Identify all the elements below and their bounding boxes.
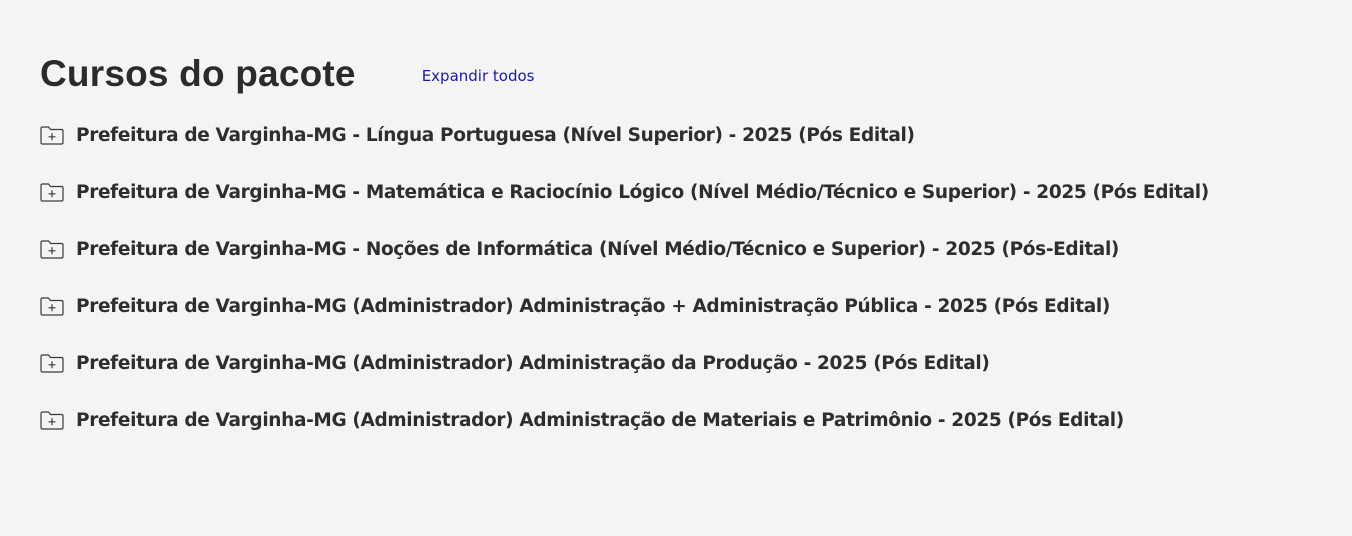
course-title[interactable]: Prefeitura de Varginha-MG (Administrador… [76, 410, 1124, 431]
course-title[interactable]: Prefeitura de Varginha-MG (Administrador… [76, 353, 990, 374]
course-item[interactable]: Prefeitura de Varginha-MG (Administrador… [40, 288, 1209, 324]
folder-plus-icon[interactable] [40, 125, 64, 145]
course-item[interactable]: Prefeitura de Varginha-MG (Administrador… [40, 402, 1209, 438]
section-header: Cursos do pacote Expandir todos [40, 50, 534, 98]
folder-plus-icon[interactable] [40, 410, 64, 430]
course-item[interactable]: Prefeitura de Varginha-MG - Noções de In… [40, 231, 1209, 267]
course-title[interactable]: Prefeitura de Varginha-MG - Noções de In… [76, 239, 1119, 260]
course-package-section: Cursos do pacote Expandir todos Prefeitu… [0, 0, 1352, 536]
expand-all-link[interactable]: Expandir todos [422, 67, 535, 85]
course-item[interactable]: Prefeitura de Varginha-MG (Administrador… [40, 345, 1209, 381]
course-item[interactable]: Prefeitura de Varginha-MG - Língua Portu… [40, 117, 1209, 153]
course-title[interactable]: Prefeitura de Varginha-MG - Língua Portu… [76, 125, 915, 146]
course-title[interactable]: Prefeitura de Varginha-MG (Administrador… [76, 296, 1110, 317]
course-title[interactable]: Prefeitura de Varginha-MG - Matemática e… [76, 182, 1209, 203]
folder-plus-icon[interactable] [40, 239, 64, 259]
course-item[interactable]: Prefeitura de Varginha-MG - Matemática e… [40, 174, 1209, 210]
page-title: Cursos do pacote [40, 53, 356, 94]
folder-plus-icon[interactable] [40, 353, 64, 373]
folder-plus-icon[interactable] [40, 182, 64, 202]
course-list: Prefeitura de Varginha-MG - Língua Portu… [40, 117, 1209, 459]
folder-plus-icon[interactable] [40, 296, 64, 316]
